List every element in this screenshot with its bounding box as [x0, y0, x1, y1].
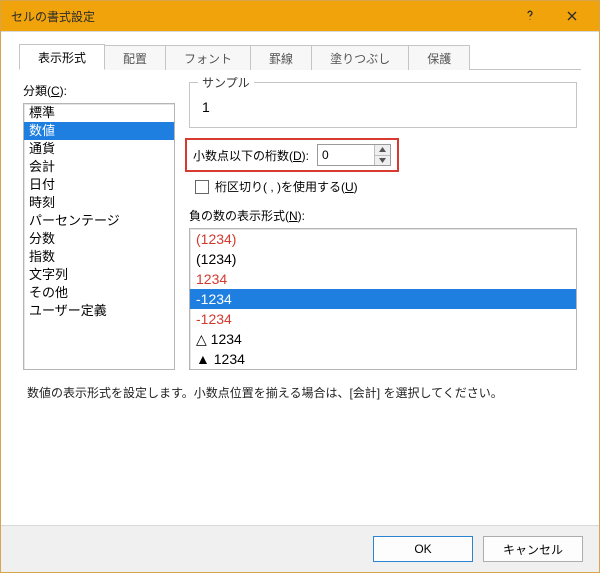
tab-panel-format: 分類(C): 標準数値通貨会計日付時刻パーセンテージ分数指数文字列その他ユーザー…: [17, 70, 583, 515]
negative-listbox[interactable]: (1234)(1234)1234-1234-1234△ 1234▲ 1234: [189, 228, 577, 370]
close-button[interactable]: [551, 2, 593, 30]
negative-item[interactable]: (1234): [190, 249, 576, 269]
category-item[interactable]: 数値: [24, 122, 174, 140]
spinner-buttons: [374, 145, 390, 165]
chevron-down-icon: [379, 158, 386, 163]
category-item[interactable]: 会計: [24, 158, 174, 176]
category-item[interactable]: 標準: [24, 104, 174, 122]
negative-item[interactable]: (1234): [190, 229, 576, 249]
dialog-footer: OK キャンセル: [1, 525, 599, 572]
category-listbox[interactable]: 標準数値通貨会計日付時刻パーセンテージ分数指数文字列その他ユーザー定義: [23, 103, 175, 370]
negative-item[interactable]: 1234: [190, 269, 576, 289]
category-label: 分類(C):: [23, 82, 175, 99]
category-item[interactable]: 指数: [24, 248, 174, 266]
dialog-window: セルの書式設定 表示形式配置フォント罫線塗りつぶし保護 分類(C): 標準数値通…: [0, 0, 600, 573]
tabstrip: 表示形式配置フォント罫線塗りつぶし保護: [19, 46, 581, 70]
decimal-input[interactable]: [318, 145, 374, 165]
tab-保護[interactable]: 保護: [408, 45, 470, 70]
category-item[interactable]: パーセンテージ: [24, 212, 174, 230]
close-icon: [566, 10, 578, 22]
decimal-places-group: 小数点以下の桁数(D):: [189, 138, 577, 178]
tab-塗りつぶし[interactable]: 塗りつぶし: [311, 45, 409, 70]
tab-罫線[interactable]: 罫線: [250, 45, 312, 70]
thousands-checkbox[interactable]: [195, 180, 209, 194]
category-item[interactable]: 通貨: [24, 140, 174, 158]
help-icon: [524, 10, 536, 22]
window-title: セルの書式設定: [11, 8, 509, 25]
category-item[interactable]: 日付: [24, 176, 174, 194]
negative-label: 負の数の表示形式(N):: [189, 207, 577, 224]
sample-frame: サンプル 1: [189, 82, 577, 128]
tab-表示形式[interactable]: 表示形式: [19, 44, 105, 70]
cancel-button[interactable]: キャンセル: [483, 536, 583, 562]
thousands-label: 桁区切り( , )を使用する(U): [215, 178, 358, 195]
category-item[interactable]: その他: [24, 284, 174, 302]
tab-配置[interactable]: 配置: [104, 45, 166, 70]
negative-item[interactable]: -1234: [190, 309, 576, 329]
negative-item[interactable]: -1234: [190, 289, 576, 309]
tab-フォント[interactable]: フォント: [165, 45, 251, 70]
spinner-up[interactable]: [375, 145, 390, 156]
description-text: 数値の表示形式を設定します。小数点位置を揃える場合は、[会計] を選択してくださ…: [27, 384, 573, 401]
negative-item[interactable]: △ 1234: [190, 329, 576, 349]
category-item[interactable]: 文字列: [24, 266, 174, 284]
chevron-up-icon: [379, 147, 386, 152]
dialog-body: 表示形式配置フォント罫線塗りつぶし保護 分類(C): 標準数値通貨会計日付時刻パ…: [1, 31, 599, 525]
category-item[interactable]: ユーザー定義: [24, 302, 174, 320]
ok-button[interactable]: OK: [373, 536, 473, 562]
decimal-spinner[interactable]: [317, 144, 391, 166]
negative-item[interactable]: ▲ 1234: [190, 349, 576, 369]
thousands-row[interactable]: 桁区切り( , )を使用する(U): [195, 178, 577, 195]
help-button[interactable]: [509, 2, 551, 30]
sample-legend: サンプル: [198, 74, 254, 91]
settings-column: サンプル 1 小数点以下の桁数(D):: [189, 82, 577, 370]
titlebar: セルの書式設定: [1, 1, 599, 31]
sample-value: 1: [200, 97, 566, 117]
columns: 分類(C): 標準数値通貨会計日付時刻パーセンテージ分数指数文字列その他ユーザー…: [23, 82, 577, 370]
decimal-label: 小数点以下の桁数(D):: [193, 147, 309, 164]
category-item[interactable]: 分数: [24, 230, 174, 248]
category-item[interactable]: 時刻: [24, 194, 174, 212]
category-column: 分類(C): 標準数値通貨会計日付時刻パーセンテージ分数指数文字列その他ユーザー…: [23, 82, 175, 370]
spinner-down[interactable]: [375, 156, 390, 166]
